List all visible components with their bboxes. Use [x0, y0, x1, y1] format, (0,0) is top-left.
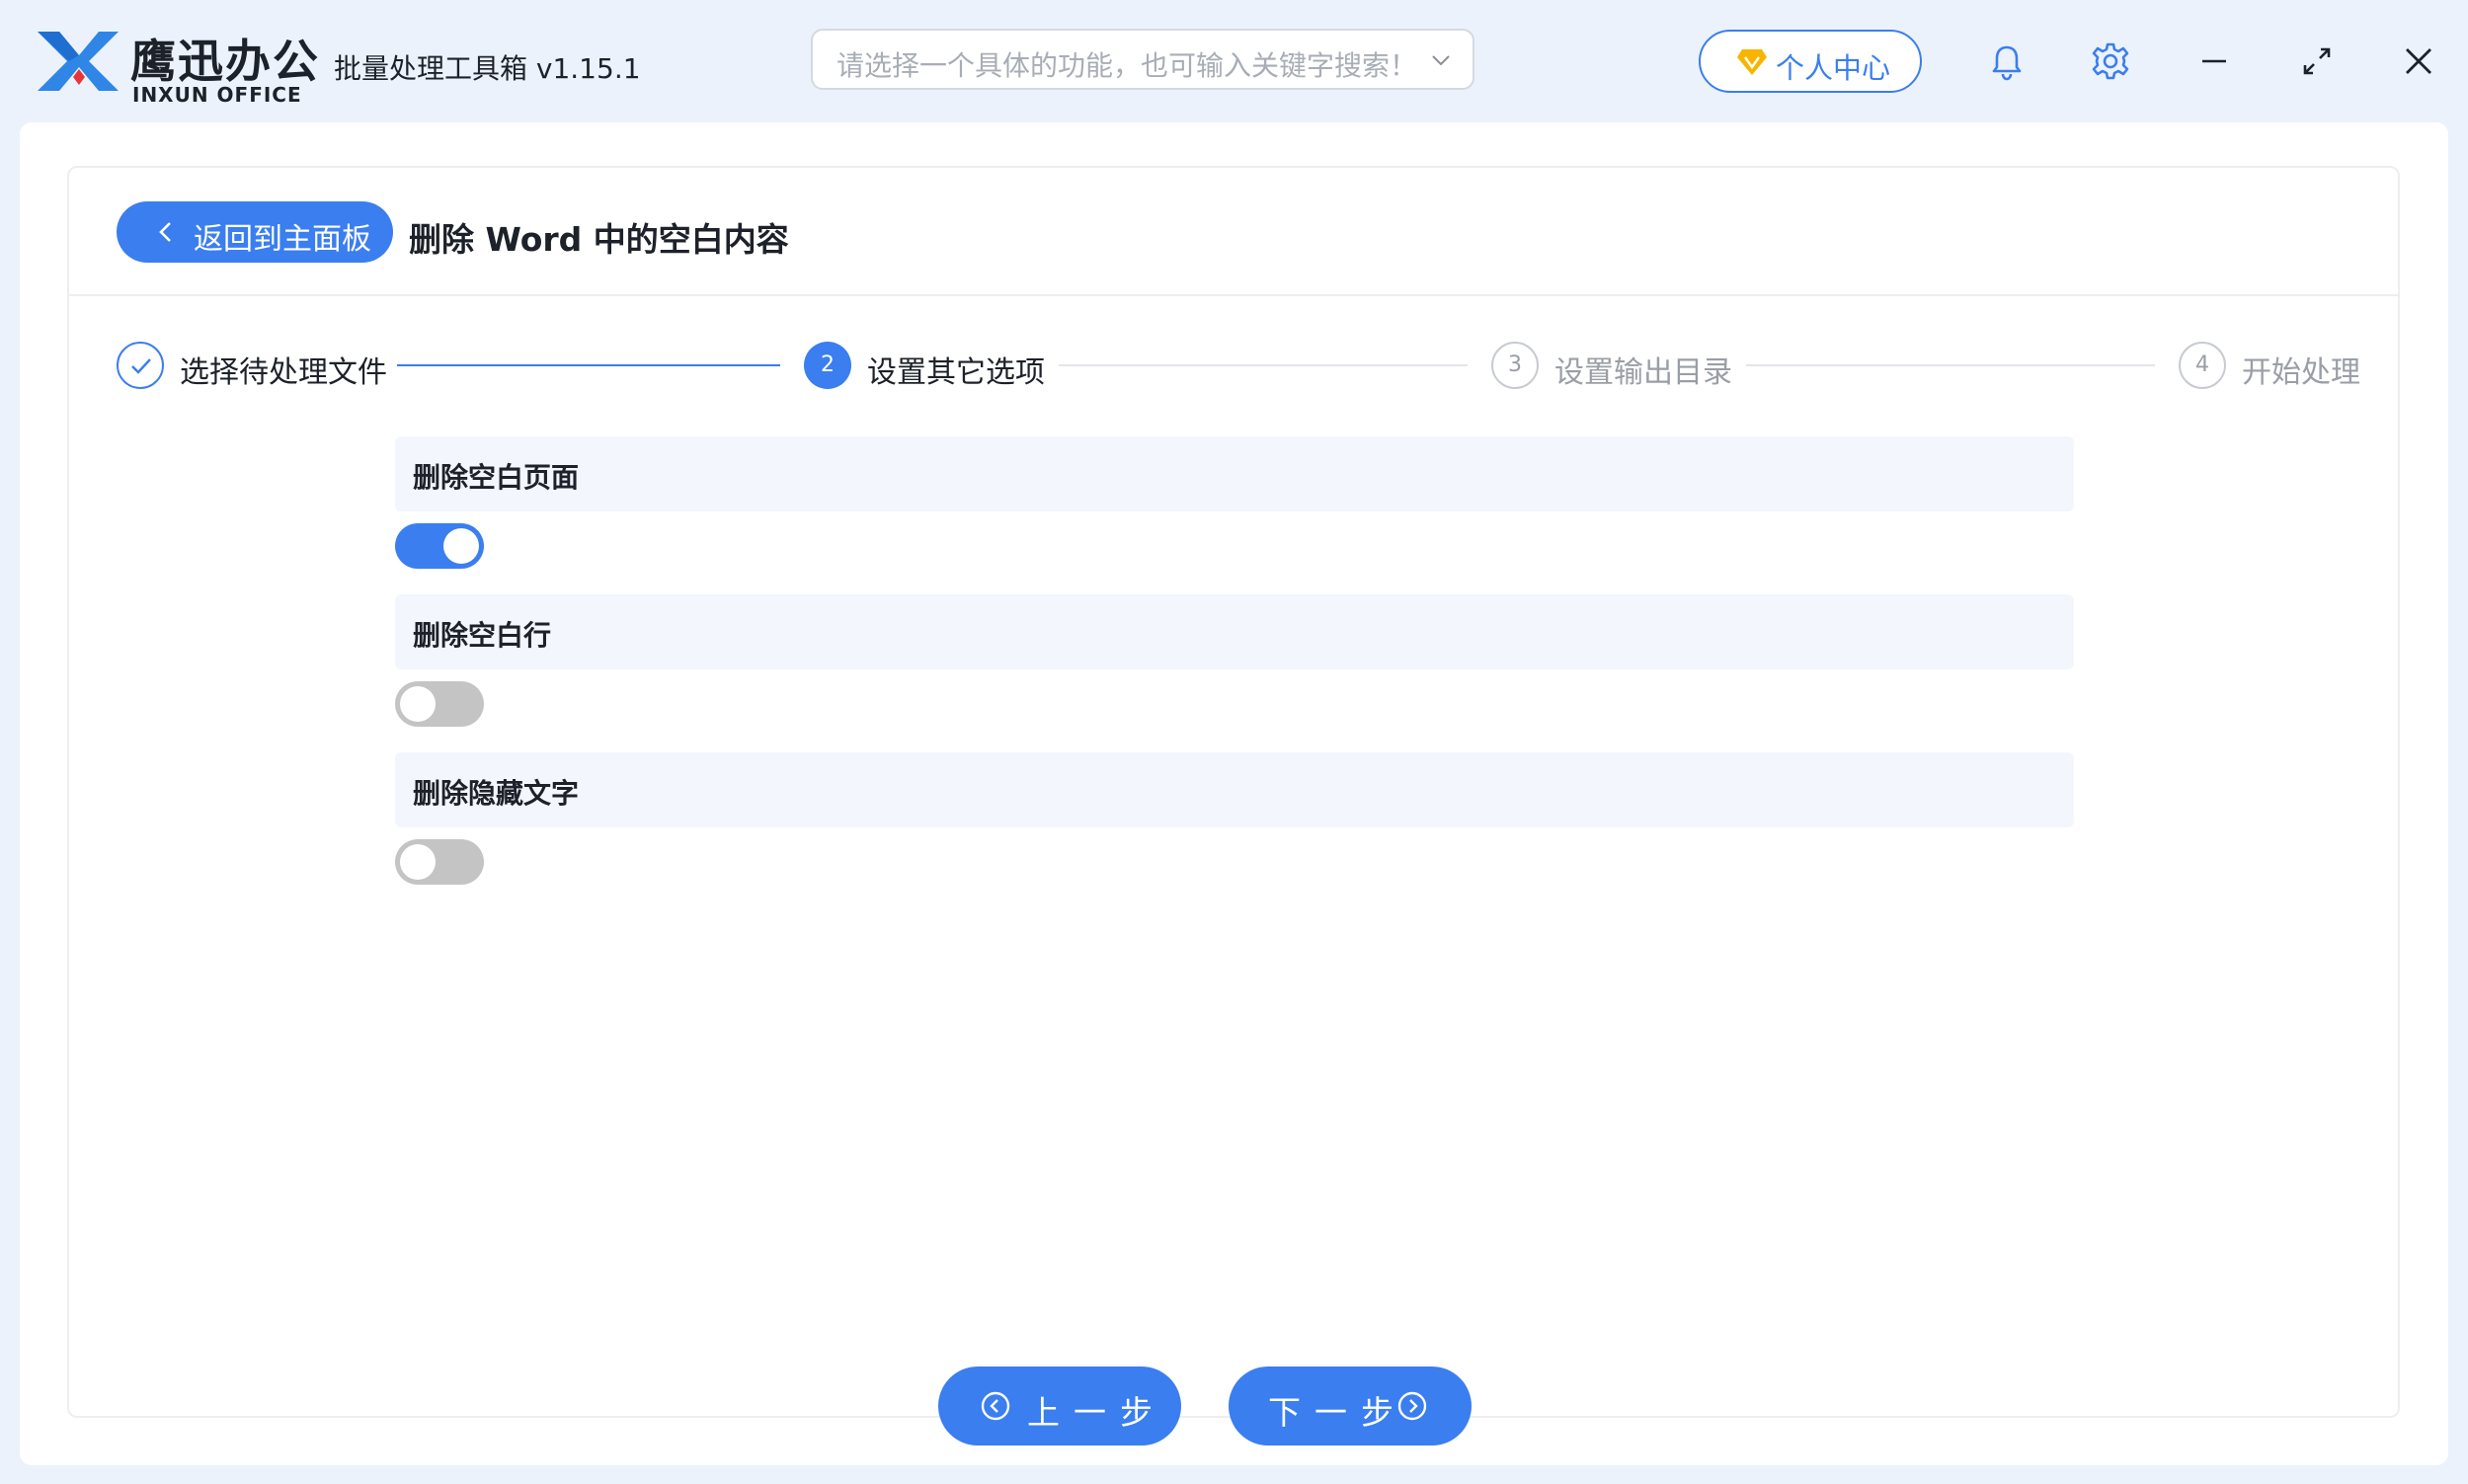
step-connector-3	[1746, 364, 2155, 366]
step-connector-1	[397, 364, 780, 366]
circle-chevron-left-icon	[981, 1391, 1010, 1421]
app-title: 批量处理工具箱 v1.15.1	[334, 52, 641, 85]
step-3-pending-circle: 3	[1491, 342, 1539, 389]
step-2-active-circle: 2	[804, 342, 851, 389]
toggle-remove-hidden-text[interactable]	[395, 839, 484, 885]
check-icon	[131, 358, 151, 374]
step-3-label: 设置输出目录	[1554, 355, 1732, 390]
option-label: 删除隐藏文字	[413, 777, 580, 810]
option-label: 删除空白行	[413, 619, 552, 652]
option-header-remove-blank-lines: 删除空白行	[395, 594, 2074, 669]
function-search-input[interactable]: 请选择一个具体的功能，也可输入关键字搜索！	[811, 29, 1474, 90]
header-divider	[69, 294, 2398, 296]
next-step-label: 下一步	[1268, 1393, 1407, 1432]
circle-chevron-right-icon	[1397, 1391, 1427, 1421]
maximize-icon[interactable]	[2295, 39, 2339, 83]
step-1-label: 选择待处理文件	[180, 355, 387, 390]
step-connector-2	[1059, 364, 1468, 366]
title-bar: 鹰迅办公 INXUN OFFICE 批量处理工具箱 v1.15.1 请选择一个具…	[0, 0, 2468, 124]
option-label: 删除空白页面	[413, 461, 580, 494]
option-header-remove-hidden-text: 删除隐藏文字	[395, 752, 2074, 827]
app-logo: 鹰迅办公 INXUN OFFICE	[34, 22, 330, 107]
step-4-number: 4	[2195, 352, 2209, 377]
option-header-remove-blank-pages: 删除空白页面	[395, 436, 2074, 511]
back-to-dashboard-button[interactable]: 返回到主面板	[117, 201, 393, 263]
next-step-button[interactable]: 下一步	[1229, 1367, 1472, 1445]
page-title: 删除 Word 中的空白内容	[409, 220, 789, 259]
toggle-remove-blank-pages[interactable]	[395, 523, 484, 569]
step-4-pending-circle: 4	[2179, 342, 2226, 389]
user-center-button[interactable]: 个人中心	[1699, 30, 1922, 93]
step-2-label: 设置其它选项	[867, 355, 1045, 390]
brand-name-en: INXUN OFFICE	[132, 83, 302, 107]
previous-step-button[interactable]: 上一步	[938, 1367, 1181, 1445]
step-4-label: 开始处理	[2242, 355, 2360, 390]
previous-step-label: 上一步	[1027, 1393, 1166, 1432]
search-placeholder: 请选择一个具体的功能，也可输入关键字搜索！	[836, 49, 1418, 82]
toggle-knob	[400, 844, 436, 880]
bell-icon[interactable]	[1985, 39, 2029, 83]
diamond-icon	[1737, 49, 1767, 75]
logo-mark-icon	[38, 32, 119, 91]
minimize-icon[interactable]	[2192, 39, 2236, 83]
step-3-number: 3	[1508, 352, 1522, 377]
chevron-down-icon[interactable]	[1429, 48, 1453, 72]
brand-name-cn: 鹰迅办公	[130, 35, 320, 88]
close-icon[interactable]	[2397, 39, 2440, 83]
user-center-label: 个人中心	[1776, 51, 1891, 85]
back-button-label: 返回到主面板	[194, 222, 371, 257]
toggle-remove-blank-lines[interactable]	[395, 681, 484, 727]
toggle-knob	[400, 686, 436, 722]
step-2-number: 2	[821, 352, 835, 377]
chevron-left-icon	[159, 222, 171, 242]
step-1-done-circle	[117, 342, 164, 389]
gear-icon[interactable]	[2089, 39, 2132, 83]
toggle-knob	[443, 528, 479, 564]
